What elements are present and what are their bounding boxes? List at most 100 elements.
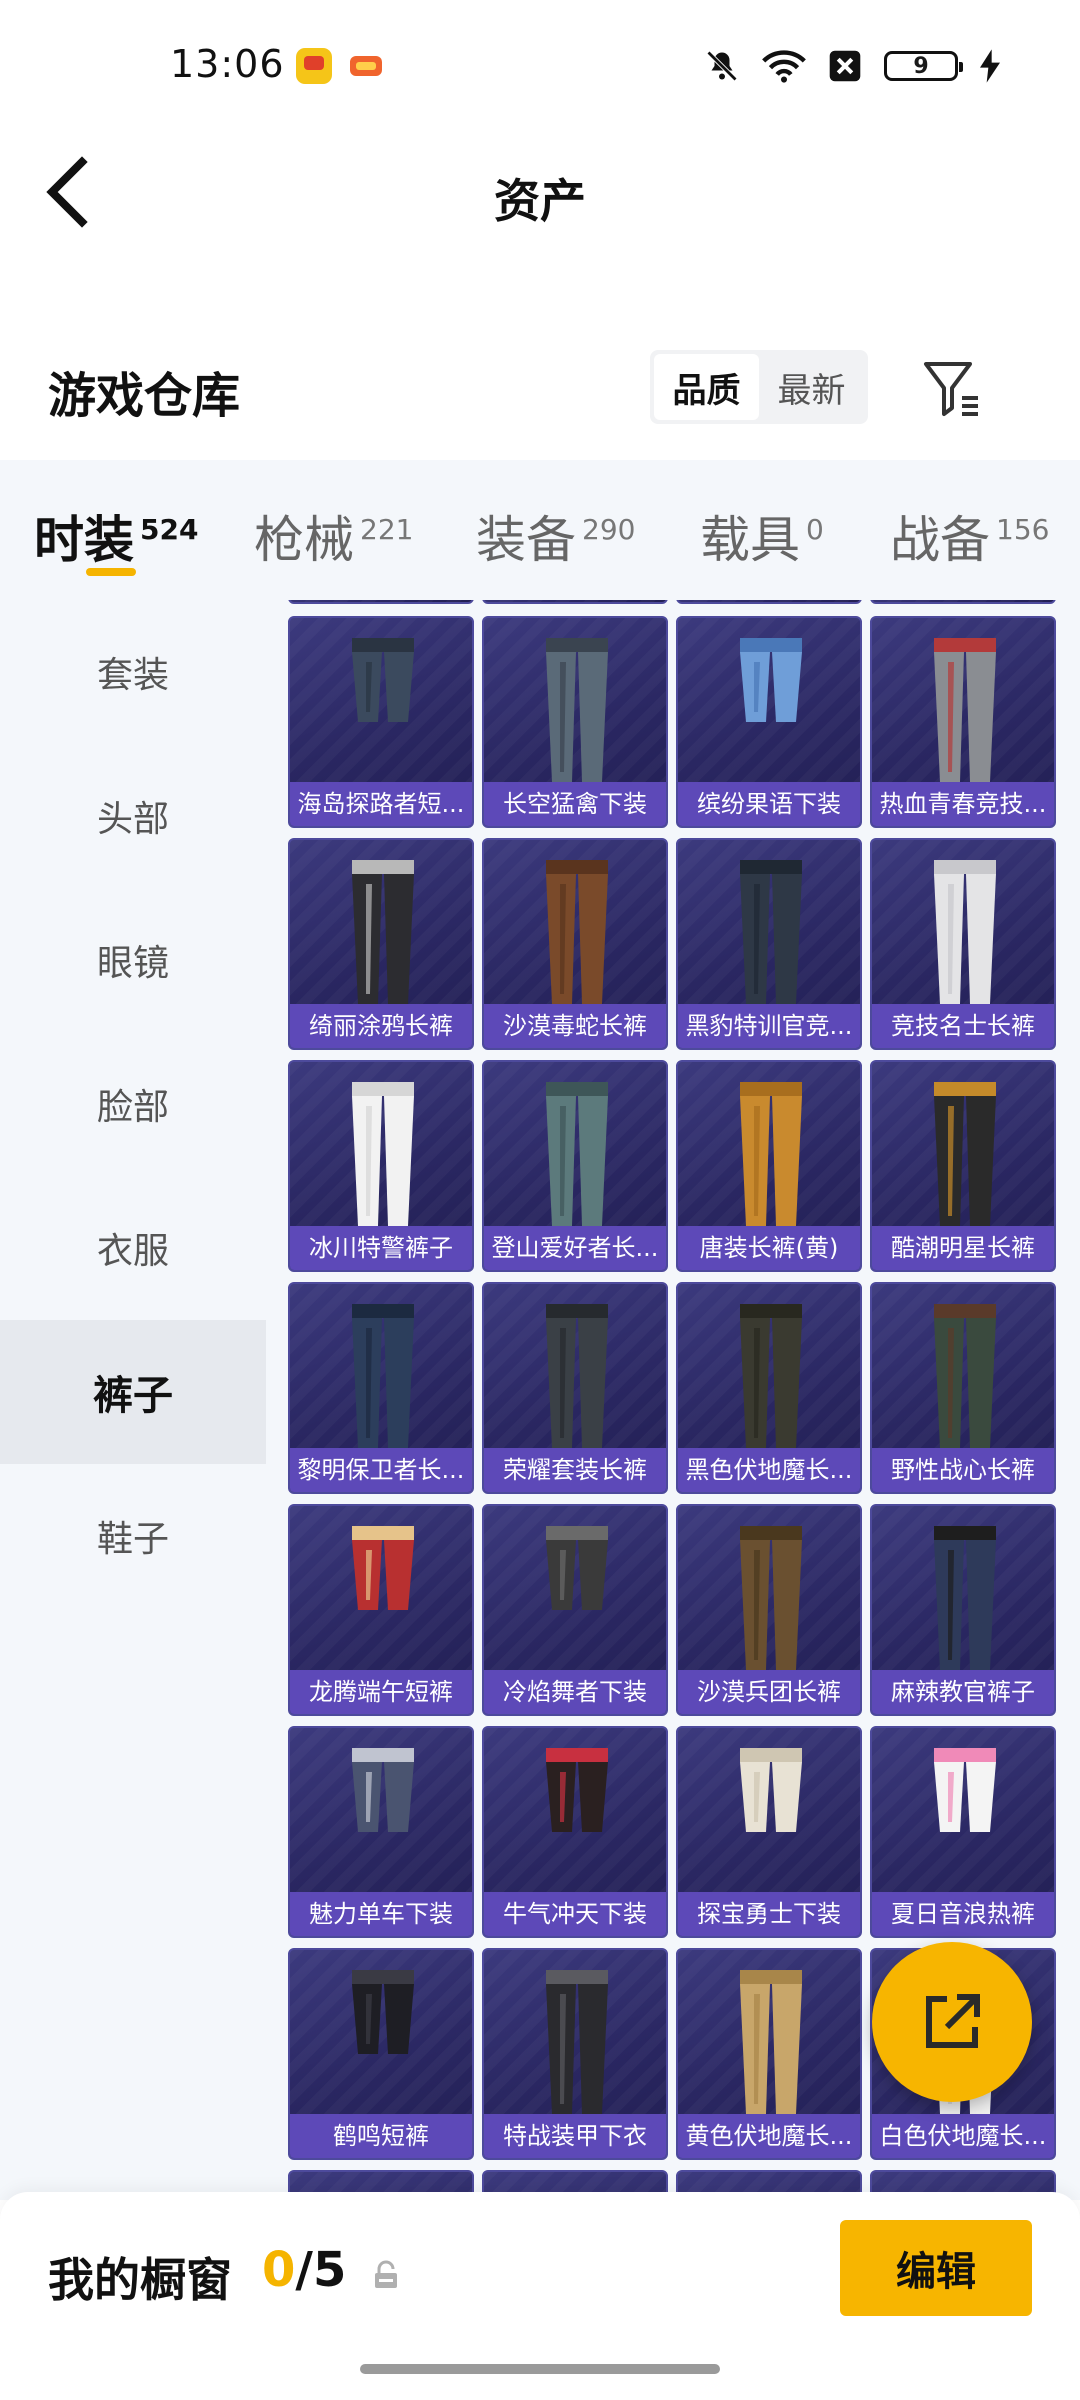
item-card[interactable]: 海岛探路者短...	[288, 616, 474, 828]
item-name: 热血青春竞技...	[872, 782, 1054, 826]
pants-thumbnail-icon	[934, 1748, 996, 1832]
pants-thumbnail-icon	[352, 860, 414, 1004]
item-card[interactable]: 夏日音浪热裤	[870, 1726, 1056, 1938]
item-card[interactable]: 黑色伏地魔长...	[676, 1282, 862, 1494]
item-name: 沙漠毒蛇长裤	[484, 1004, 666, 1048]
sort-latest-option[interactable]: 最新	[759, 354, 864, 420]
item-card[interactable]: 唐装长裤(黄)	[676, 1060, 862, 1272]
item-name: 黑豹特训官竞...	[678, 1004, 860, 1048]
pants-thumbnail-icon	[934, 860, 996, 1004]
item-name: 特战装甲下衣	[484, 2114, 666, 2158]
item-name: 缤纷果语下装	[678, 782, 860, 826]
item-card[interactable]: 鹤鸣短裤	[288, 1948, 474, 2160]
item-name: 牛气冲天下装	[484, 1892, 666, 1936]
item-name: 鹤鸣短裤	[290, 2114, 472, 2158]
share-button[interactable]	[872, 1942, 1032, 2102]
lock-icon	[375, 2260, 397, 2288]
sidebar-item-head[interactable]: 头部	[0, 744, 266, 888]
tab-firearms[interactable]: 枪械 221	[254, 500, 413, 572]
pants-thumbnail-icon	[546, 1970, 608, 2114]
item-name: 白色伏地魔长...	[872, 2114, 1054, 2158]
item-card[interactable]: 特战装甲下衣	[482, 1948, 668, 2160]
item-name: 黎明保卫者长...	[290, 1448, 472, 1492]
game-app-icon	[348, 48, 384, 84]
item-card[interactable]: 缤纷果语下装	[676, 616, 862, 828]
item-name: 魅力单车下装	[290, 1892, 472, 1936]
pants-thumbnail-icon	[740, 1970, 802, 2114]
item-name: 酷潮明星长裤	[872, 1226, 1054, 1270]
item-name: 黑色伏地魔长...	[678, 1448, 860, 1492]
pants-thumbnail-icon	[934, 1304, 996, 1448]
item-card-partial[interactable]	[482, 600, 668, 604]
item-name: 长空猛禽下装	[484, 782, 666, 826]
tab-vehicles[interactable]: 载具 0	[700, 500, 824, 572]
filter-icon[interactable]	[920, 356, 984, 420]
item-card[interactable]: 牛气冲天下装	[482, 1726, 668, 1938]
item-name: 唐装长裤(黄)	[678, 1226, 860, 1270]
sidebar-item-pants[interactable]: 裤子	[0, 1320, 266, 1464]
status-icons: 9	[704, 46, 1000, 86]
item-card[interactable]: 龙腾端午短裤	[288, 1504, 474, 1716]
item-card-partial[interactable]	[676, 600, 862, 604]
active-tab-indicator	[86, 568, 136, 576]
pants-thumbnail-icon	[740, 638, 802, 722]
category-tabs: 时装 524 枪械 221 装备 290 载具 0 战备 156	[0, 460, 1080, 600]
item-card[interactable]: 冷焰舞者下装	[482, 1504, 668, 1716]
item-card[interactable]: 魅力单车下装	[288, 1726, 474, 1938]
item-card[interactable]: 绮丽涂鸦长裤	[288, 838, 474, 1050]
item-card[interactable]: 酷潮明星长裤	[870, 1060, 1056, 1272]
pants-thumbnail-icon	[934, 638, 996, 782]
edit-button[interactable]: 编辑	[840, 2220, 1032, 2316]
item-name: 夏日音浪热裤	[872, 1892, 1054, 1936]
pants-thumbnail-icon	[934, 1082, 996, 1226]
item-card[interactable]: 黑豹特训官竞...	[676, 838, 862, 1050]
item-name: 野性战心长裤	[872, 1448, 1054, 1492]
tab-count: 524	[140, 513, 199, 547]
showcase-max: /5	[295, 2242, 347, 2298]
showcase-current: 0	[262, 2242, 296, 2298]
sort-toggle: 品质 最新	[650, 350, 868, 424]
pants-thumbnail-icon	[352, 1526, 414, 1610]
item-card[interactable]: 探宝勇士下装	[676, 1726, 862, 1938]
item-name: 竞技名士长裤	[872, 1004, 1054, 1048]
item-card[interactable]: 沙漠毒蛇长裤	[482, 838, 668, 1050]
item-card[interactable]: 荣耀套装长裤	[482, 1282, 668, 1494]
sidebar-item-glasses[interactable]: 眼镜	[0, 888, 266, 1032]
item-card[interactable]: 黄色伏地魔长...	[676, 1948, 862, 2160]
item-card[interactable]: 登山爱好者长...	[482, 1060, 668, 1272]
sidebar-item-shoes[interactable]: 鞋子	[0, 1464, 266, 1608]
pants-thumbnail-icon	[352, 1304, 414, 1448]
sort-quality-option[interactable]: 品质	[654, 354, 759, 420]
sidebar-item-clothes[interactable]: 衣服	[0, 1176, 266, 1320]
item-card-partial[interactable]	[288, 600, 474, 604]
tab-supplies[interactable]: 战备 156	[890, 500, 1049, 572]
item-card[interactable]: 黎明保卫者长...	[288, 1282, 474, 1494]
pants-thumbnail-icon	[740, 1082, 802, 1226]
tab-fashion[interactable]: 时装 524	[34, 500, 198, 572]
item-card[interactable]: 冰川特警裤子	[288, 1060, 474, 1272]
tab-label: 战备	[890, 511, 990, 569]
sidebar-item-face[interactable]: 脸部	[0, 1032, 266, 1176]
item-name: 黄色伏地魔长...	[678, 2114, 860, 2158]
pants-thumbnail-icon	[352, 1082, 414, 1226]
item-card-partial[interactable]	[870, 600, 1056, 604]
tab-equipment[interactable]: 装备 290	[476, 500, 635, 572]
item-name: 沙漠兵团长裤	[678, 1670, 860, 1714]
item-card[interactable]: 野性战心长裤	[870, 1282, 1056, 1494]
item-card[interactable]: 沙漠兵团长裤	[676, 1504, 862, 1716]
item-card[interactable]: 热血青春竞技...	[870, 616, 1056, 828]
item-card[interactable]: 麻辣教官裤子	[870, 1504, 1056, 1716]
item-card[interactable]: 长空猛禽下装	[482, 616, 668, 828]
tab-count: 221	[360, 513, 414, 547]
item-name: 探宝勇士下装	[678, 1892, 860, 1936]
pants-thumbnail-icon	[740, 1526, 802, 1670]
pants-thumbnail-icon	[546, 1304, 608, 1448]
item-name: 登山爱好者长...	[484, 1226, 666, 1270]
tab-label: 枪械	[254, 511, 354, 569]
status-time: 13:06	[170, 42, 285, 86]
item-card[interactable]: 竞技名士长裤	[870, 838, 1056, 1050]
home-indicator[interactable]	[360, 2364, 720, 2374]
sidebar-item-suits[interactable]: 套装	[0, 600, 266, 744]
pants-thumbnail-icon	[546, 1082, 608, 1226]
item-name: 绮丽涂鸦长裤	[290, 1004, 472, 1048]
